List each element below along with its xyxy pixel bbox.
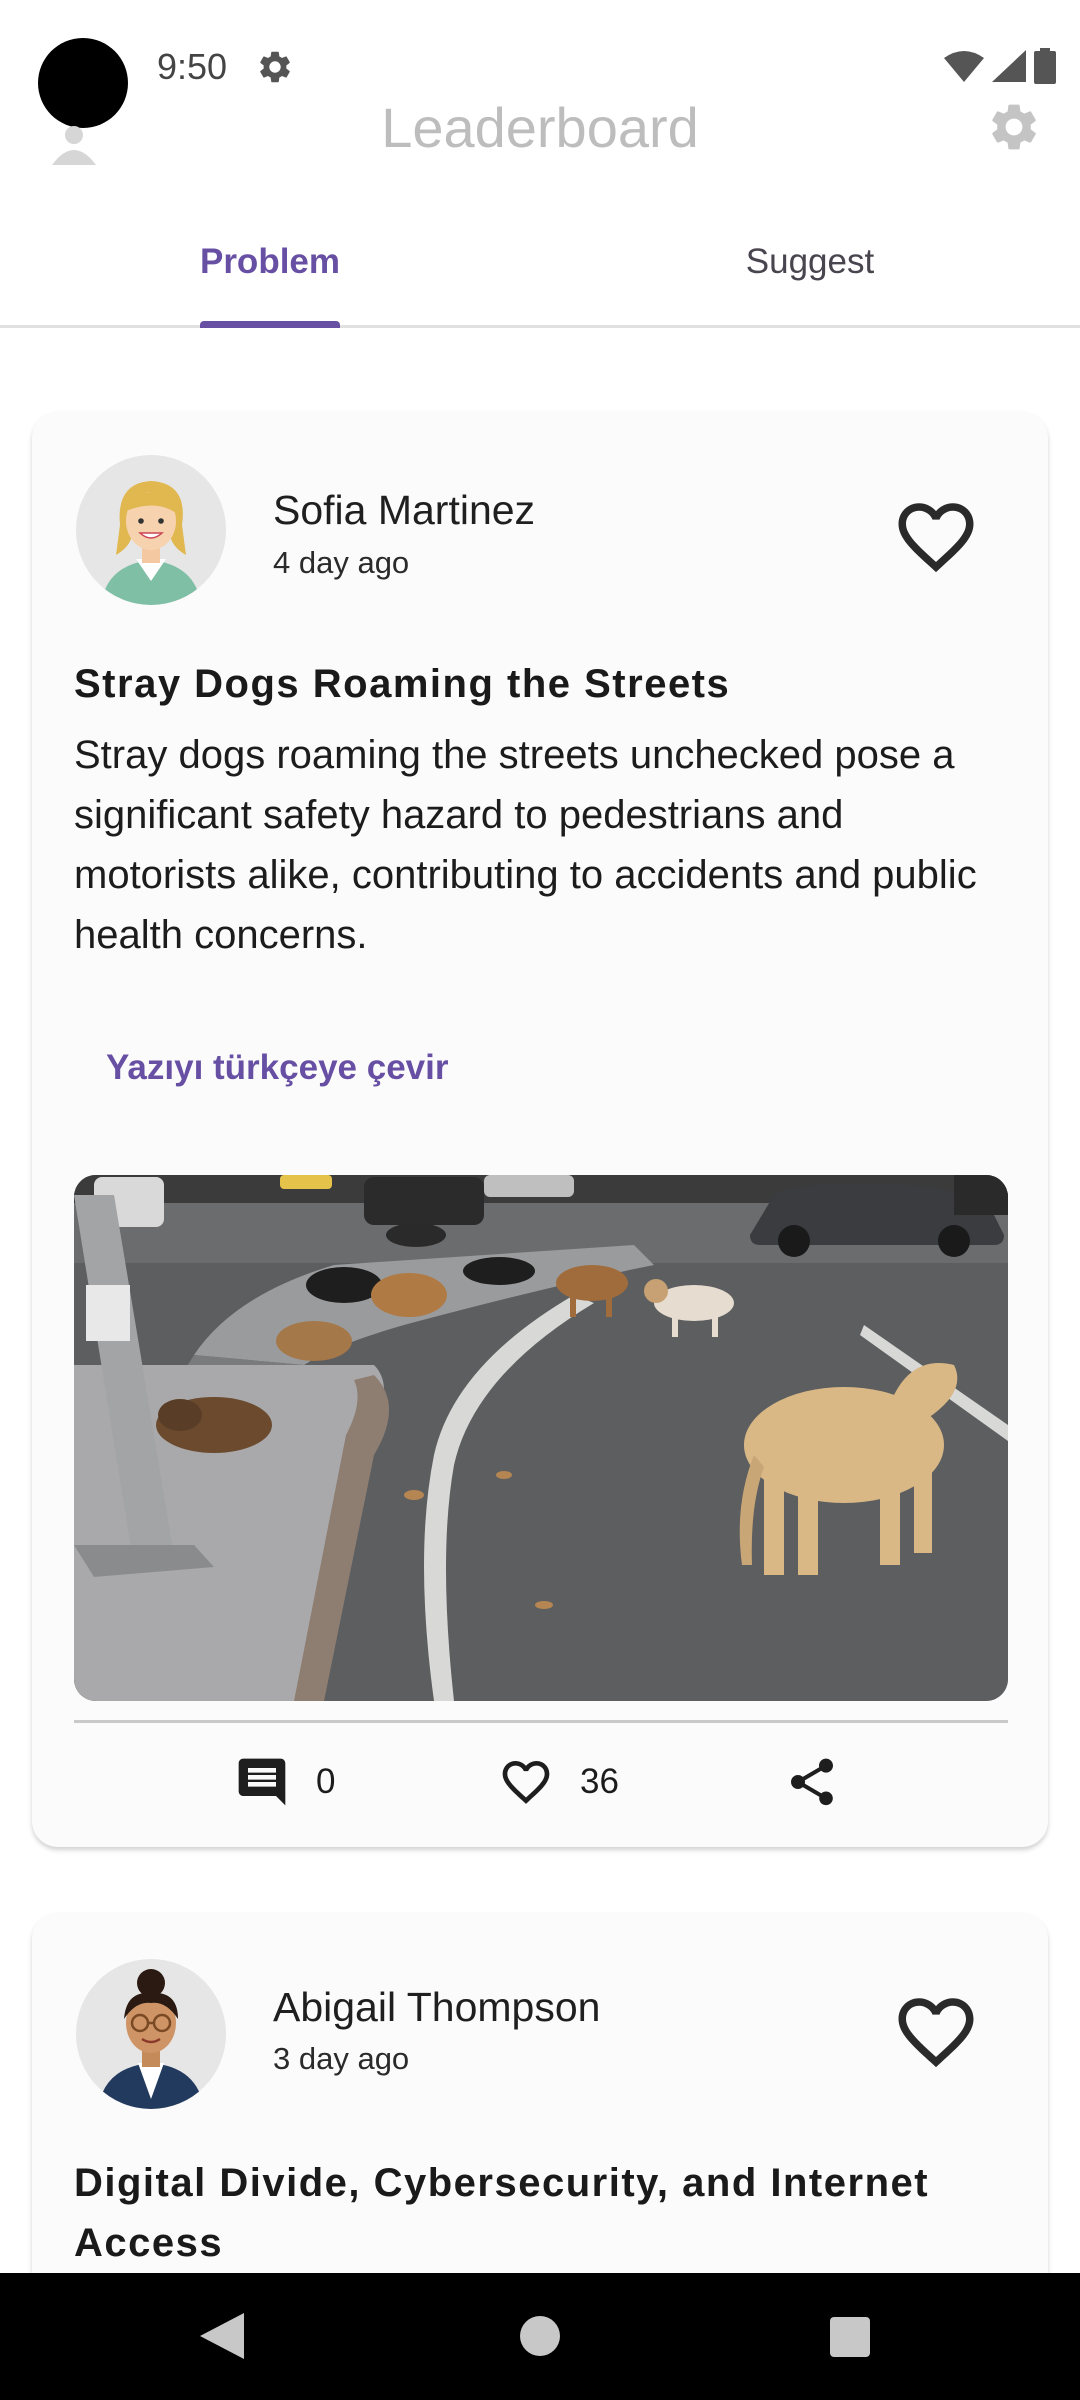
- share-icon: [791, 1758, 833, 1806]
- battery-icon: [1034, 48, 1056, 84]
- app-screen: 9:50 Leaderboard Problem Suggest Sofia M…: [0, 0, 1080, 2400]
- post-actions: 0 36: [32, 1742, 1048, 1822]
- like-button[interactable]: 36: [498, 1742, 619, 1822]
- heart-outline-icon: [502, 1761, 550, 1804]
- page-title: Leaderboard: [381, 96, 699, 159]
- tab-suggest-label: Suggest: [745, 242, 875, 281]
- signal-icon: [992, 50, 1026, 82]
- heart-outline-icon[interactable]: [886, 1987, 986, 2077]
- post-card[interactable]: Sofia Martinez 4 day ago Stray Dogs Roam…: [32, 412, 1048, 1847]
- post-title: Digital Divide, Cybersecurity, and Inter…: [74, 2161, 930, 2265]
- post-title: Stray Dogs Roaming the Streets: [74, 662, 731, 706]
- user-avatar[interactable]: [76, 1959, 226, 2109]
- stray-dogs-photo: [74, 1175, 1008, 1701]
- tab-problem-label: Problem: [199, 242, 341, 281]
- status-time: 9:50: [157, 46, 228, 87]
- back-icon[interactable]: [200, 2313, 244, 2359]
- heart-outline-icon[interactable]: [886, 492, 986, 582]
- app-bar: Leaderboard: [0, 85, 1080, 165]
- gear-icon: [260, 51, 290, 83]
- post-time: 3 day ago: [273, 2041, 410, 2076]
- comment-button[interactable]: 0: [234, 1742, 335, 1822]
- post-image[interactable]: [74, 1175, 1008, 1701]
- home-icon[interactable]: [520, 2316, 560, 2356]
- user-name[interactable]: Sofia Martinez: [273, 487, 535, 534]
- user-name[interactable]: Abigail Thompson: [273, 1984, 600, 2031]
- recents-icon[interactable]: [830, 2317, 870, 2357]
- tab-indicator: [200, 321, 340, 328]
- comment-count: 0: [316, 1762, 336, 1801]
- post-time: 4 day ago: [273, 545, 410, 580]
- like-count: 36: [580, 1762, 619, 1801]
- share-button[interactable]: [784, 1742, 840, 1822]
- settings-icon[interactable]: [986, 99, 1042, 155]
- tab-problem[interactable]: Problem: [0, 210, 540, 328]
- tab-bar: Problem Suggest: [0, 210, 1080, 328]
- woman-glasses-avatar-icon: [76, 1959, 226, 2109]
- card-divider: [74, 1720, 1008, 1723]
- translate-button[interactable]: Yazıyı türkçeye çevir: [106, 1048, 448, 1088]
- user-avatar[interactable]: [76, 455, 226, 605]
- post-body: Stray dogs roaming the streets unchecked…: [74, 733, 977, 957]
- wifi-icon: [944, 51, 984, 82]
- status-icons: [944, 48, 1056, 84]
- system-nav-bar: [0, 2273, 1080, 2400]
- woman-blonde-avatar-icon: [76, 455, 226, 605]
- tab-suggest[interactable]: Suggest: [540, 210, 1080, 325]
- comment-icon: [238, 1758, 286, 1806]
